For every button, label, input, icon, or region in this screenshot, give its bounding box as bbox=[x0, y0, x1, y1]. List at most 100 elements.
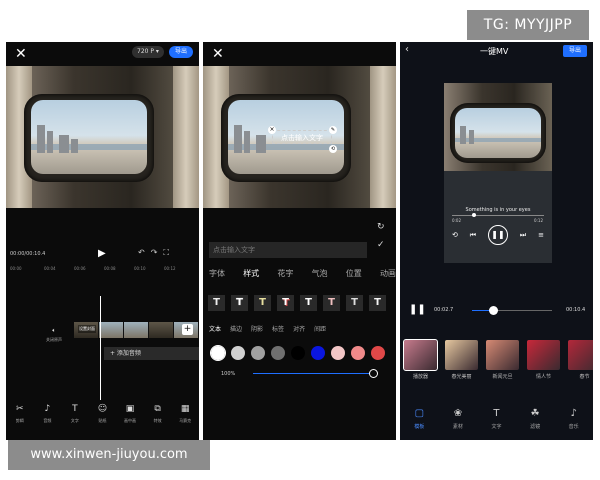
tab-font[interactable]: 字体 bbox=[209, 268, 225, 279]
edit-text-icon[interactable]: ✎ bbox=[329, 126, 337, 134]
total-time: 00:10.4 bbox=[566, 307, 586, 313]
style-preset[interactable]: T bbox=[346, 295, 363, 311]
style-preset[interactable]: T bbox=[369, 295, 386, 311]
mini-progress-knob bbox=[472, 213, 476, 217]
mini-progress bbox=[452, 215, 544, 216]
screenshot-collage: TG: MYYJJPP ✕ 720 P ▾ 导出 00:00/00:10.4 ▶… bbox=[0, 0, 600, 480]
color-swatches bbox=[210, 345, 385, 361]
tool-text[interactable]: T 文字 bbox=[64, 404, 86, 430]
style-preset[interactable]: T bbox=[254, 295, 271, 311]
template-icon: ▢ bbox=[414, 408, 425, 419]
text-style-presets: T T T T T T T T bbox=[208, 295, 386, 311]
style-preset[interactable]: T bbox=[208, 295, 225, 311]
export-button[interactable]: 导出 bbox=[563, 45, 588, 57]
tool-audio[interactable]: ♪ 音频 bbox=[36, 404, 58, 430]
mini-end-time: 0:12 bbox=[534, 218, 543, 223]
curtain-right bbox=[173, 66, 199, 208]
text-input[interactable]: 点击输入文字 bbox=[209, 242, 367, 258]
playlist-icon: ≡ bbox=[538, 231, 544, 239]
subtab-text[interactable]: 文本 bbox=[209, 324, 221, 333]
tool-pip[interactable]: ▣ 画中画 bbox=[119, 404, 141, 430]
style-preset[interactable]: T bbox=[231, 295, 248, 311]
text-overlay[interactable]: 点击输入文字 bbox=[272, 130, 332, 144]
reset-icon[interactable]: ↻ bbox=[377, 222, 385, 232]
color-swatch[interactable] bbox=[210, 345, 226, 361]
tab-animation[interactable]: 动画 bbox=[380, 268, 396, 279]
tab-bubble[interactable]: 气泡 bbox=[312, 268, 328, 279]
style-preset[interactable]: T bbox=[300, 295, 317, 311]
video-track[interactable]: 设置封面 bbox=[74, 322, 199, 338]
style-subtabs: 文本 描边 阴影 标签 对齐 间距 bbox=[209, 324, 326, 333]
template-item[interactable]: 新闻元旦 bbox=[486, 340, 519, 380]
tab-position[interactable]: 位置 bbox=[346, 268, 362, 279]
tab-style[interactable]: 样式 bbox=[243, 268, 259, 279]
window-frame bbox=[24, 94, 154, 182]
subtab-align[interactable]: 对齐 bbox=[293, 324, 305, 333]
nav-text[interactable]: T 文字 bbox=[483, 408, 509, 430]
color-swatch[interactable] bbox=[351, 346, 365, 360]
template-item[interactable]: 情人节 bbox=[527, 340, 560, 380]
template-item[interactable]: 播放器 bbox=[403, 339, 438, 380]
timeline-area[interactable]: 🔈︎ 关闭原声 设置封面 + + 添加音频 bbox=[6, 272, 199, 400]
color-swatch[interactable] bbox=[251, 346, 265, 360]
play-icon[interactable]: ▶ bbox=[98, 248, 106, 259]
playhead[interactable] bbox=[100, 296, 101, 400]
back-icon[interactable]: ‹ bbox=[405, 44, 409, 55]
export-button[interactable]: 导出 bbox=[169, 46, 194, 58]
add-audio-button[interactable]: + 添加音频 bbox=[104, 347, 199, 360]
text-editor-screen: ✕ 点击输入文字 × ✎ ⟲ ↻ ✓ 点击输入文字 字体 样式 花字 气泡 位置… bbox=[203, 42, 396, 440]
delete-text-icon[interactable]: × bbox=[268, 126, 276, 134]
template-label: 播放器 bbox=[412, 374, 428, 380]
template-item[interactable]: 春节 bbox=[568, 340, 593, 380]
color-swatch[interactable] bbox=[331, 346, 345, 360]
style-preset[interactable]: T bbox=[277, 295, 294, 311]
site-watermark: www.xinwen-jiuyou.com bbox=[8, 440, 210, 470]
template-label: 情人节 bbox=[535, 374, 551, 380]
subtab-shadow[interactable]: 阴影 bbox=[251, 324, 263, 333]
nav-music[interactable]: ♪ 音乐 bbox=[561, 408, 587, 430]
cover-label[interactable]: 设置封面 bbox=[78, 325, 96, 333]
resolution-dropdown[interactable]: 720 P ▾ bbox=[132, 46, 164, 58]
color-swatch[interactable] bbox=[291, 346, 305, 360]
sticker-icon: ☺ bbox=[97, 404, 108, 414]
add-clip-button[interactable]: + bbox=[182, 324, 193, 335]
rotate-text-icon[interactable]: ⟲ bbox=[329, 145, 337, 153]
playback-bar: ❚❚ 00:02.7 00:10.4 bbox=[400, 304, 593, 316]
mini-player-controls: ⟲ ⏮ ❚❚ ⏭ ≡ bbox=[452, 225, 544, 245]
color-swatch[interactable] bbox=[371, 346, 385, 360]
close-icon[interactable]: ✕ bbox=[15, 46, 27, 62]
template-thumbnail bbox=[403, 339, 438, 371]
tool-cut[interactable]: ✂ 剪辑 bbox=[9, 404, 31, 430]
opacity-slider-knob[interactable] bbox=[369, 369, 378, 378]
nav-materials[interactable]: ❀ 素材 bbox=[445, 408, 471, 430]
tool-sticker[interactable]: ☺ 贴纸 bbox=[91, 404, 113, 430]
close-icon[interactable]: ✕ bbox=[212, 46, 224, 62]
text-tabs: 字体 样式 花字 气泡 位置 动画 bbox=[209, 268, 396, 279]
bottom-nav: ▢ 模板 ❀ 素材 T 文字 ☘ 滤镜 ♪ 音乐 bbox=[400, 408, 593, 430]
confirm-check-icon[interactable]: ✓ bbox=[377, 240, 385, 250]
nav-filter[interactable]: ☘ 滤镜 bbox=[522, 408, 548, 430]
current-time: 00:02.7 bbox=[434, 307, 454, 313]
mute-toggle[interactable]: 🔈︎ 关闭原声 bbox=[46, 327, 62, 343]
pause-icon[interactable]: ❚❚ bbox=[409, 304, 426, 315]
undo-redo-fullscreen-icons[interactable]: ↶↷⛶ bbox=[138, 248, 175, 258]
template-thumbnail bbox=[527, 340, 560, 370]
template-item[interactable]: 春光美丽 bbox=[445, 340, 478, 380]
subtab-stroke[interactable]: 描边 bbox=[230, 324, 242, 333]
color-swatch[interactable] bbox=[231, 346, 245, 360]
subtab-label[interactable]: 标签 bbox=[272, 324, 284, 333]
progress-knob[interactable] bbox=[488, 306, 498, 315]
nav-template[interactable]: ▢ 模板 bbox=[406, 408, 432, 430]
tool-mosaic[interactable]: ▦ 马赛克 bbox=[174, 404, 196, 430]
color-swatch[interactable] bbox=[271, 346, 285, 360]
repeat-icon: ⟲ bbox=[452, 231, 458, 239]
opacity-value: 100% bbox=[221, 371, 236, 377]
tab-fancy-text[interactable]: 花字 bbox=[277, 268, 293, 279]
tool-effects[interactable]: ⧉ 特效 bbox=[147, 404, 169, 430]
style-preset[interactable]: T bbox=[323, 295, 340, 311]
opacity-slider[interactable] bbox=[253, 373, 375, 374]
editor-screen: ✕ 720 P ▾ 导出 00:00/00:10.4 ▶ ↶↷⛶ 00:00 0… bbox=[6, 42, 199, 440]
subtab-spacing[interactable]: 间距 bbox=[314, 324, 326, 333]
color-swatch[interactable] bbox=[311, 346, 325, 360]
music-icon: ♪ bbox=[570, 408, 577, 419]
